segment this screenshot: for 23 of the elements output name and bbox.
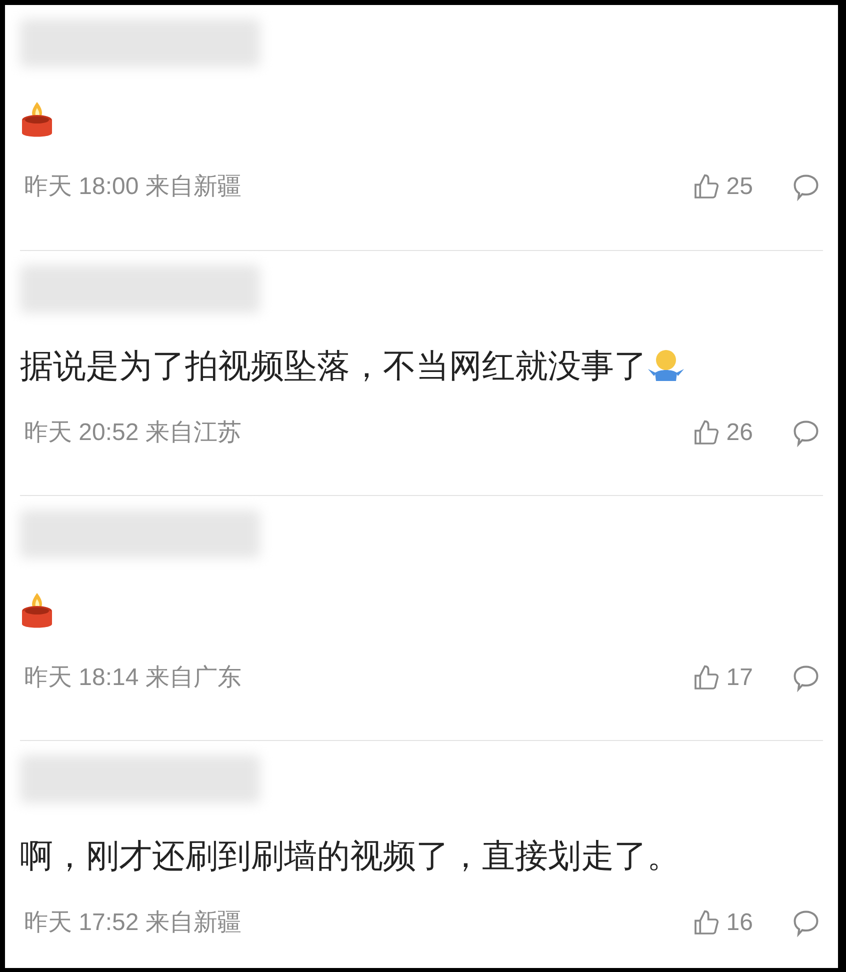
comment-meta: 昨天 18:00 来自新疆 bbox=[24, 172, 242, 202]
comment-text: 据说是为了拍视频坠落，不当网红就没事了 bbox=[20, 346, 647, 386]
thumbs-up-icon bbox=[692, 909, 720, 937]
like-button[interactable]: 25 bbox=[692, 169, 753, 205]
comment-meta: 昨天 18:14 来自广东 bbox=[24, 663, 242, 693]
comment-button[interactable] bbox=[791, 172, 821, 202]
comment-button[interactable] bbox=[791, 418, 821, 448]
speech-bubble-icon bbox=[791, 908, 821, 938]
like-button[interactable]: 16 bbox=[692, 905, 753, 941]
speech-bubble-icon bbox=[791, 663, 821, 693]
thumbs-up-icon bbox=[692, 173, 720, 201]
shrug-icon bbox=[647, 349, 685, 383]
comment-button[interactable] bbox=[791, 663, 821, 693]
comment-meta: 昨天 17:52 来自新疆 bbox=[24, 908, 242, 938]
comment-text: 啊，刚才还刷到刷墙的视频了，直接划走了。 bbox=[20, 836, 680, 876]
comment-meta: 昨天 20:52 来自江苏 bbox=[24, 418, 242, 448]
like-button[interactable]: 26 bbox=[692, 415, 753, 451]
thumbs-up-icon bbox=[692, 419, 720, 447]
thumbs-up-icon bbox=[692, 664, 720, 692]
speech-bubble-icon bbox=[791, 418, 821, 448]
comment-button[interactable] bbox=[791, 908, 821, 938]
speech-bubble-icon bbox=[791, 172, 821, 202]
like-button[interactable]: 17 bbox=[692, 660, 753, 696]
